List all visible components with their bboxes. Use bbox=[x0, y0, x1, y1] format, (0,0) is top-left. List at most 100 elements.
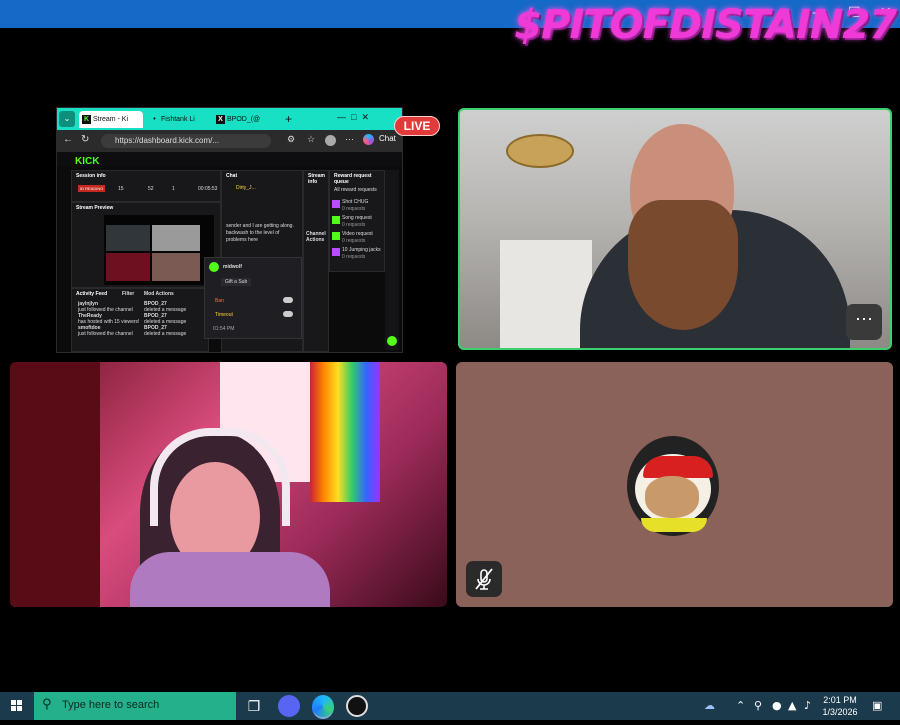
x-icon: X bbox=[216, 115, 225, 124]
reward-count: 0 requests bbox=[342, 238, 366, 244]
session-info-panel: Session info ID READING 15 52 1 00:05:53 bbox=[71, 170, 221, 202]
ban-toggle[interactable] bbox=[283, 297, 293, 303]
stream-preview-panel: Stream Preview bbox=[71, 202, 221, 288]
mod-text: deleted a message bbox=[144, 331, 187, 337]
browser-tab-stream[interactable]: K Stream - Ki bbox=[79, 111, 143, 128]
list-item[interactable]: 10 Jumping jacks 0 requests bbox=[332, 247, 384, 263]
extensions-icon[interactable]: ⚙ bbox=[287, 134, 295, 145]
preview-cam-d bbox=[152, 253, 200, 281]
timeout-label: Timeout bbox=[215, 312, 233, 318]
address-bar-row: ← ↻ https://dashboard.kick.com/... ⚙ ☆ ⋯… bbox=[57, 130, 402, 152]
list-item: BPOD_27 deleted a message bbox=[144, 301, 204, 313]
help-icon[interactable] bbox=[387, 336, 397, 346]
browser-tab-x[interactable]: X BPOD_(@ bbox=[213, 111, 277, 128]
browser-tab-fishtank[interactable]: • Fishtank Li bbox=[147, 111, 209, 128]
ceiling-light bbox=[506, 134, 574, 168]
notification-icon[interactable]: ▣ bbox=[872, 699, 882, 712]
reward-queue-panel: Reward request queue All reward requests… bbox=[329, 170, 385, 272]
tray-expand-icon[interactable]: ⌃ bbox=[736, 699, 745, 712]
favorites-icon[interactable]: ☆ bbox=[307, 134, 315, 145]
muted-mic-icon[interactable] bbox=[466, 561, 502, 597]
chat-time: 01:54 PM bbox=[213, 326, 235, 332]
more-icon[interactable]: ⋯ bbox=[345, 134, 354, 145]
reward-name: Video request bbox=[342, 231, 373, 237]
taskbar-search[interactable]: ⚲ Type here to search bbox=[34, 692, 236, 720]
all-rewards-link[interactable]: All reward requests bbox=[334, 187, 377, 193]
preview-cam-b bbox=[152, 225, 200, 251]
gift-sub-button[interactable]: Gift a Sub bbox=[221, 278, 252, 286]
reward-name: Song request bbox=[342, 215, 372, 221]
live-badge: LIVE bbox=[394, 116, 440, 136]
right-tool-rail bbox=[385, 170, 399, 350]
network-icon[interactable]: ▲ bbox=[788, 699, 796, 712]
list-item[interactable]: Song request 0 requests bbox=[332, 215, 384, 231]
participant-tile-speaking[interactable]: ⋯ bbox=[458, 108, 892, 350]
edge-icon[interactable] bbox=[312, 695, 334, 719]
user-card: midwolf Gift a Sub Ban Timeout 01:54 PM bbox=[204, 257, 302, 339]
activity-list: jaylnjlyn just followed the channel TheRe… bbox=[78, 301, 140, 337]
participant-tile-muted[interactable] bbox=[456, 362, 893, 607]
kick-dashboard: KICK Session info ID READING 15 52 1 00:… bbox=[57, 152, 402, 352]
reward-count: 0 requests bbox=[342, 222, 366, 228]
preview-video bbox=[104, 215, 214, 285]
task-view-icon[interactable]: ❐ bbox=[243, 695, 265, 717]
activity-feed-title: Activity Feed bbox=[76, 291, 108, 297]
participant-avatar bbox=[627, 436, 719, 536]
onedrive-icon[interactable]: ☁ bbox=[704, 699, 715, 712]
list-item: BPOD_27 deleted a message bbox=[144, 325, 204, 337]
chat-button[interactable]: Chat bbox=[379, 134, 396, 143]
list-item[interactable]: Shot CHUG 0 requests bbox=[332, 199, 384, 215]
kick-top-bar bbox=[57, 152, 402, 166]
list-item: BPOD_27 deleted a message bbox=[144, 313, 204, 325]
preview-cam-c bbox=[106, 253, 150, 281]
obs-icon[interactable] bbox=[346, 695, 368, 717]
stat-subs: 1 bbox=[172, 186, 175, 192]
chat-panel: Chat Dirty_J... sender and I are getting… bbox=[204, 170, 303, 352]
stat-viewers: 15 bbox=[118, 186, 124, 192]
copilot-icon[interactable] bbox=[363, 134, 374, 145]
participant-tile[interactable] bbox=[10, 362, 447, 607]
ban-label: Ban bbox=[215, 298, 224, 304]
reward-icon bbox=[332, 216, 340, 224]
windows-taskbar: ⚲ Type here to search ❐ ☁ ⌃ ⚲ ● ▲ ♪ 2:01… bbox=[0, 692, 900, 720]
back-icon[interactable]: ← bbox=[63, 134, 73, 145]
clock-date: 1/3/2026 bbox=[822, 707, 858, 717]
stat-followers: 52 bbox=[148, 186, 154, 192]
timeout-toggle[interactable] bbox=[283, 311, 293, 317]
screen-share-tile[interactable]: ⌄ K Stream - Ki • Fishtank Li X BPOD_(@ + —… bbox=[56, 107, 403, 353]
window-controls-icon[interactable]: — □ ✕ bbox=[337, 112, 369, 123]
new-tab-icon[interactable]: + bbox=[285, 112, 292, 126]
fish-icon: • bbox=[153, 116, 156, 123]
participant-blanket bbox=[130, 552, 330, 607]
reward-icon bbox=[332, 248, 340, 256]
volume-icon[interactable]: ♪ bbox=[804, 699, 811, 712]
door bbox=[500, 240, 592, 348]
taskbar-clock[interactable]: 2:01 PM 1/3/2026 bbox=[816, 694, 864, 718]
kick-logo: KICK bbox=[75, 156, 100, 167]
stream-preview-title: Stream Preview bbox=[76, 205, 114, 211]
stat-uptime: 00:05:53 bbox=[198, 186, 218, 192]
mod-list: BPOD_27 deleted a message BPOD_27 deleted … bbox=[144, 301, 204, 337]
search-placeholder: Type here to search bbox=[62, 699, 160, 711]
search-icon: ⚲ bbox=[42, 697, 52, 712]
list-item[interactable]: Video request 0 requests bbox=[332, 231, 384, 247]
activity-feed-panel: Activity Feed Filter Mod Actions jaylnjl… bbox=[71, 288, 209, 352]
avatar-ring bbox=[641, 518, 707, 532]
reward-count: 0 requests bbox=[342, 254, 366, 260]
reward-icon bbox=[332, 200, 340, 208]
reload-icon[interactable]: ↻ bbox=[81, 134, 89, 145]
cat-face bbox=[645, 476, 699, 518]
filter-button[interactable]: Filter bbox=[122, 291, 134, 297]
session-info-title: Session info bbox=[76, 173, 106, 179]
reward-icon bbox=[332, 232, 340, 240]
status-badge: ID READING bbox=[78, 185, 106, 192]
clock-time: 2:01 PM bbox=[823, 695, 857, 705]
more-options-icon[interactable]: ⋯ bbox=[846, 304, 882, 340]
profile-avatar[interactable] bbox=[325, 135, 336, 146]
microphone-icon[interactable]: ● bbox=[772, 699, 782, 712]
url-field[interactable]: https://dashboard.kick.com/... bbox=[101, 134, 271, 148]
start-button[interactable] bbox=[0, 692, 34, 720]
tab-menu-icon[interactable]: ⌄ bbox=[59, 111, 75, 127]
discord-icon[interactable] bbox=[278, 695, 300, 717]
location-icon[interactable]: ⚲ bbox=[754, 699, 762, 712]
